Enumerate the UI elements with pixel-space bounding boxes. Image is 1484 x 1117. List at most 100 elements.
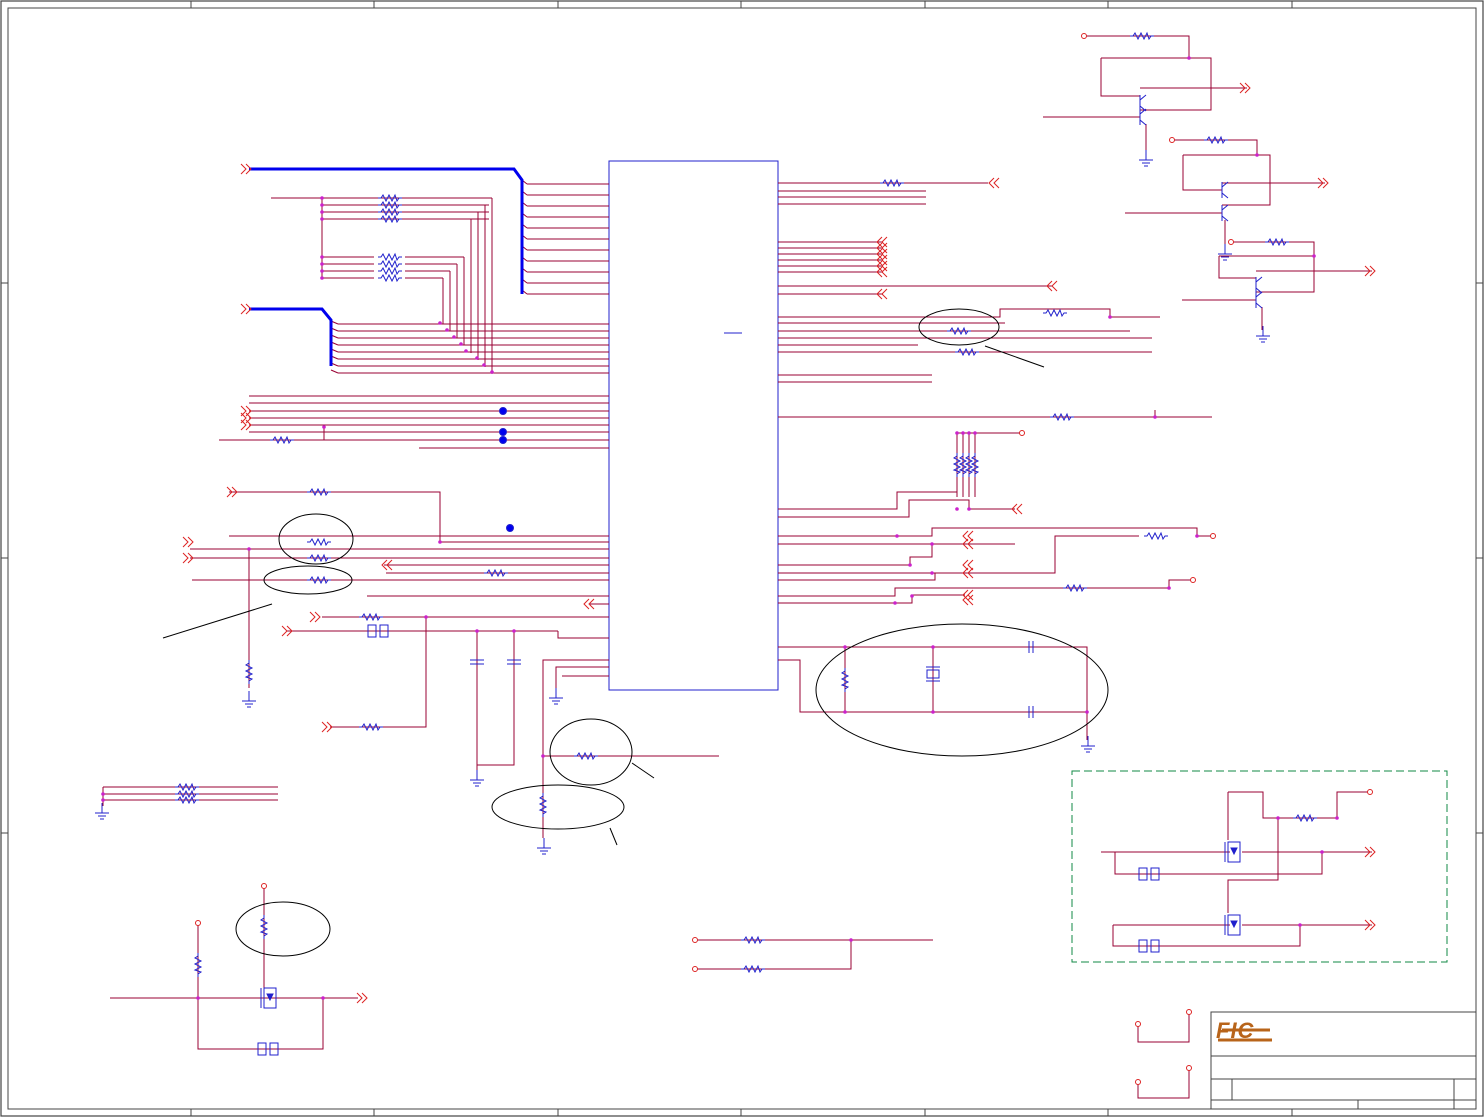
- annotation-ellipses: [162, 308, 1109, 957]
- resistor: [1203, 136, 1229, 144]
- resistor: [174, 790, 200, 798]
- transistor-collector: [1255, 276, 1263, 283]
- resistor: [1129, 32, 1155, 40]
- resistor: [740, 965, 766, 973]
- resistor: [306, 488, 332, 496]
- resistor: [573, 752, 599, 760]
- resistor: [740, 936, 766, 944]
- resistor: [971, 452, 979, 478]
- resistor: [953, 452, 961, 478]
- ground-symbol: [548, 687, 564, 705]
- resistor: [1049, 413, 1075, 421]
- resistor: [1062, 584, 1088, 592]
- net-terminal: [1169, 137, 1175, 143]
- junction-dot: [438, 540, 442, 544]
- resistor: [965, 452, 973, 478]
- junction-dot: [459, 342, 463, 346]
- junction-dot: [908, 563, 912, 567]
- ground-symbol: [1217, 243, 1233, 261]
- junction-dot: [464, 349, 468, 353]
- resistor: [377, 267, 403, 275]
- resistor: [377, 194, 403, 202]
- net-terminal: [1190, 577, 1196, 583]
- transistor-collector: [1255, 291, 1263, 298]
- resistor: [245, 659, 253, 685]
- transistor-emitter: [1255, 302, 1263, 309]
- test-point: [506, 524, 514, 532]
- junction-dot: [452, 335, 456, 339]
- resistor: [1042, 309, 1068, 317]
- resistor: [841, 667, 849, 693]
- transistor-emitter: [1221, 192, 1229, 199]
- junction-dot: [1255, 153, 1259, 157]
- junction-dots: [101, 33, 1373, 1085]
- net-terminal: [195, 920, 201, 926]
- ground-symbol: [94, 802, 110, 820]
- net-terminal: [1019, 430, 1025, 436]
- off-page-connector: [988, 177, 1000, 189]
- junction-dot: [320, 269, 324, 273]
- title-block: [1210, 1011, 1477, 1110]
- main-controller-ic: [608, 160, 779, 691]
- junction-dot: [910, 594, 914, 598]
- mosfet-diode: [1230, 920, 1238, 929]
- transistor-collector: [1221, 204, 1229, 211]
- junction-dot: [1108, 315, 1112, 319]
- test-point: [499, 436, 507, 444]
- net-terminal: [692, 937, 698, 943]
- junction-dot: [1335, 816, 1339, 820]
- net-terminal: [1186, 1065, 1192, 1071]
- net-terminal: [692, 966, 698, 972]
- transistor-emitter: [1139, 119, 1147, 126]
- resistor: [377, 208, 403, 216]
- junction-dot: [893, 601, 897, 605]
- junction-dot: [1085, 710, 1089, 714]
- net-terminal: [1367, 789, 1373, 795]
- junction-dot: [482, 363, 486, 367]
- ground-symbol: [1255, 325, 1271, 343]
- junction-dot: [320, 276, 324, 280]
- junction-dot: [1153, 415, 1157, 419]
- junction-dot: [101, 792, 105, 796]
- junction-dot: [1195, 534, 1199, 538]
- resistor: [358, 723, 384, 731]
- resistor: [1264, 238, 1290, 246]
- junction-dot: [931, 710, 935, 714]
- resistor: [879, 179, 905, 187]
- junction-dot: [445, 328, 449, 332]
- net-terminal: [1186, 1009, 1192, 1015]
- resistor: [1292, 814, 1318, 822]
- junction-dot: [961, 431, 965, 435]
- resistor: [483, 569, 509, 577]
- resistor: [377, 274, 403, 282]
- junction-dot: [967, 507, 971, 511]
- resistor: [194, 952, 202, 978]
- resistor: [1143, 532, 1169, 540]
- junction-dot: [931, 645, 935, 649]
- junction-dot: [320, 203, 324, 207]
- net-terminal: [1210, 533, 1216, 539]
- junction-dot: [955, 507, 959, 511]
- junction-dot: [849, 938, 853, 942]
- resistor: [260, 914, 268, 940]
- test-point: [499, 428, 507, 436]
- junction-dot: [320, 262, 324, 266]
- junction-dot: [320, 217, 324, 221]
- junction-dot: [843, 645, 847, 649]
- ground-symbol: [536, 837, 552, 855]
- data-buses: [249, 167, 524, 366]
- net-terminal: [1228, 239, 1234, 245]
- net-terminal: [1081, 33, 1087, 39]
- junction-dot: [955, 431, 959, 435]
- dashed-note-box: [1071, 770, 1448, 963]
- junction-dot: [196, 996, 200, 1000]
- resistor: [306, 538, 332, 546]
- mosfet-diode: [266, 993, 274, 1002]
- junction-dot: [512, 629, 516, 633]
- junction-dot: [490, 370, 494, 374]
- resistor: [959, 452, 967, 478]
- junction-dot: [322, 425, 326, 429]
- off-page-connector: [309, 611, 321, 623]
- resistor: [377, 201, 403, 209]
- off-page-connector: [356, 992, 368, 1004]
